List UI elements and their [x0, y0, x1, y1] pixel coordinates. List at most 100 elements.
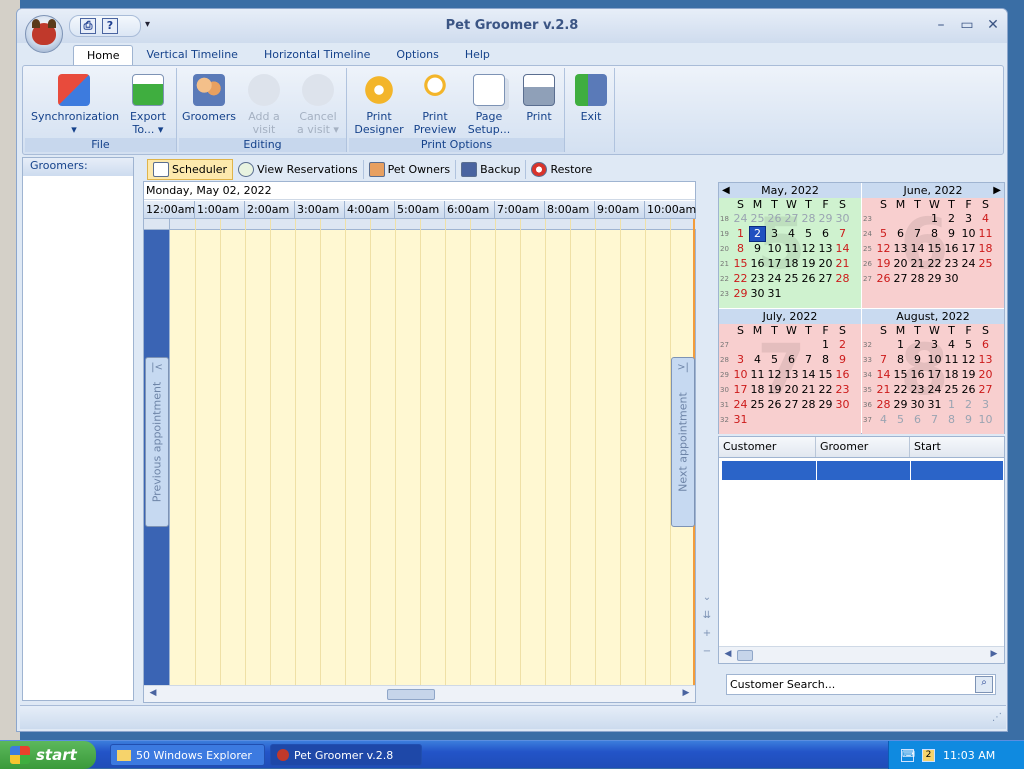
calendar-day[interactable]: 11 — [977, 227, 994, 241]
next-appointment-button[interactable]: >| Next appointment — [671, 357, 695, 527]
calendar-day[interactable]: 28 — [800, 212, 817, 226]
calendar-day[interactable]: 6 — [977, 338, 994, 352]
scroll-thumb[interactable] — [737, 650, 753, 661]
scroll-left-icon[interactable]: ◀ — [721, 649, 735, 662]
calendar-day[interactable]: 9 — [834, 353, 851, 367]
exit-button[interactable]: Exit — [569, 74, 613, 123]
calendar-day[interactable]: 2 — [943, 212, 960, 226]
tab-help[interactable]: Help — [452, 45, 503, 67]
calendar-day[interactable]: 7 — [926, 413, 943, 427]
calendar-day[interactable]: 3 — [732, 353, 749, 367]
calendar-day[interactable]: 6 — [909, 413, 926, 427]
calendar-day[interactable]: 22 — [817, 383, 834, 397]
calendar-day[interactable]: 10 — [732, 368, 749, 382]
calendar-day[interactable]: 5 — [800, 227, 817, 241]
grid-hscrollbar[interactable]: ◀ ▶ — [719, 646, 1004, 663]
calendar-day[interactable]: 30 — [749, 287, 766, 301]
next-month-icon[interactable]: ▶ — [993, 183, 1001, 198]
calendar-day[interactable]: 5 — [875, 227, 892, 241]
calendar-day[interactable]: 4 — [875, 413, 892, 427]
tab-options[interactable]: Options — [383, 45, 451, 67]
calendar-day[interactable]: 28 — [834, 272, 851, 286]
calendar-day[interactable]: 26 — [766, 398, 783, 412]
calendar-day[interactable]: 20 — [783, 383, 800, 397]
calendar-day[interactable]: 10 — [977, 413, 994, 427]
calendar-day[interactable]: 30 — [834, 398, 851, 412]
calendar-day[interactable]: 30 — [834, 212, 851, 226]
app-menu-orb[interactable] — [25, 15, 63, 53]
calendar-day[interactable]: 21 — [875, 383, 892, 397]
calendar-day[interactable]: 12 — [800, 242, 817, 256]
calendar-day[interactable]: 20 — [977, 368, 994, 382]
tab-scheduler[interactable]: Scheduler — [147, 158, 234, 180]
calendar-day[interactable]: 29 — [817, 212, 834, 226]
calendar-day[interactable]: 26 — [800, 272, 817, 286]
calendar-day[interactable]: 27 — [783, 212, 800, 226]
calendar-day[interactable]: 14 — [875, 368, 892, 382]
add-visit-button[interactable]: Add a visit — [239, 74, 289, 136]
scroll-right-icon[interactable]: ▶ — [987, 649, 1001, 662]
calendar-day[interactable]: 21 — [834, 257, 851, 271]
calendar-day[interactable]: 23 — [749, 272, 766, 286]
calendar-day[interactable]: 15 — [892, 368, 909, 382]
tab-restore[interactable]: Restore — [526, 160, 597, 179]
calendar-day[interactable]: 10 — [960, 227, 977, 241]
calendar-day[interactable]: 26 — [766, 212, 783, 226]
calendar-day[interactable]: 1 — [943, 398, 960, 412]
calendar-day[interactable]: 25 — [783, 272, 800, 286]
resize-grip-icon[interactable]: ⋰ — [992, 712, 1002, 723]
calendar-day[interactable]: 6 — [783, 353, 800, 367]
taskbar-item-pet-groomer[interactable]: Pet Groomer v.2.8 — [270, 744, 422, 766]
calendar-day[interactable]: 5 — [960, 338, 977, 352]
zoom-out-icon[interactable]: − — [699, 643, 715, 661]
groomers-button[interactable]: Groomers — [181, 74, 237, 123]
calendar-day[interactable]: 29 — [732, 287, 749, 301]
calendar-day[interactable]: 29 — [892, 398, 909, 412]
calendar-day[interactable]: 23 — [909, 383, 926, 397]
calendar-day[interactable]: 25 — [977, 257, 994, 271]
binoculars-icon[interactable]: ⌕ — [975, 676, 993, 693]
tab-vertical-timeline[interactable]: Vertical Timeline — [133, 45, 250, 67]
calendar-day[interactable]: 27 — [817, 272, 834, 286]
calendar-day[interactable]: 22 — [926, 257, 943, 271]
print-designer-button[interactable]: Print Designer — [353, 74, 405, 136]
calendar-day[interactable]: 22 — [892, 383, 909, 397]
qat-dropdown-icon[interactable]: ▾ — [145, 19, 150, 30]
calendar-day[interactable]: 10 — [766, 242, 783, 256]
calendar-day[interactable]: 17 — [732, 383, 749, 397]
scroll-end-icon[interactable]: ⇊ — [699, 607, 715, 625]
calendar-day[interactable]: 27 — [977, 383, 994, 397]
calendar-day[interactable]: 19 — [766, 383, 783, 397]
calendar-day[interactable]: 20 — [892, 257, 909, 271]
calendar-day[interactable]: 1 — [732, 227, 749, 241]
calendar-day[interactable]: 14 — [909, 242, 926, 256]
cancel-visit-button[interactable]: Cancel a visit ▾ — [291, 74, 345, 136]
table-row[interactable] — [722, 461, 1003, 480]
calendar-day[interactable]: 31 — [926, 398, 943, 412]
calendar-day[interactable]: 18 — [977, 242, 994, 256]
calendar-day[interactable]: 21 — [800, 383, 817, 397]
calendar-day[interactable]: 27 — [892, 272, 909, 286]
scheduler-hscrollbar[interactable]: ◀ ▶ — [144, 685, 695, 702]
tab-backup[interactable]: Backup — [456, 159, 527, 179]
calendar-day[interactable]: 7 — [909, 227, 926, 241]
calendar-day[interactable]: 3 — [960, 212, 977, 226]
printer-icon[interactable]: ⎙ — [80, 18, 96, 34]
calendar-day[interactable]: 4 — [783, 227, 800, 241]
start-button[interactable]: start — [0, 741, 96, 769]
scroll-down-icon[interactable]: ⌄ — [699, 589, 715, 607]
taskbar-item-explorer[interactable]: 50 Windows Explorer — [110, 744, 265, 766]
calendar-day[interactable]: 17 — [766, 257, 783, 271]
calendar-day[interactable]: 8 — [732, 242, 749, 256]
calendar-day[interactable]: 26 — [875, 272, 892, 286]
calendar-day[interactable]: 18 — [943, 368, 960, 382]
calendar-day[interactable]: 7 — [800, 353, 817, 367]
customer-search-input[interactable]: Customer Search... ⌕ — [726, 674, 996, 695]
calendar-day[interactable]: 27 — [783, 398, 800, 412]
page-setup-button[interactable]: Page Setup... — [463, 74, 515, 136]
calendar-day[interactable]: 24 — [732, 398, 749, 412]
calendar-day[interactable]: 16 — [749, 257, 766, 271]
scroll-thumb[interactable] — [387, 689, 435, 700]
calendar-day[interactable]: 4 — [749, 353, 766, 367]
calendar-day[interactable]: 10 — [926, 353, 943, 367]
